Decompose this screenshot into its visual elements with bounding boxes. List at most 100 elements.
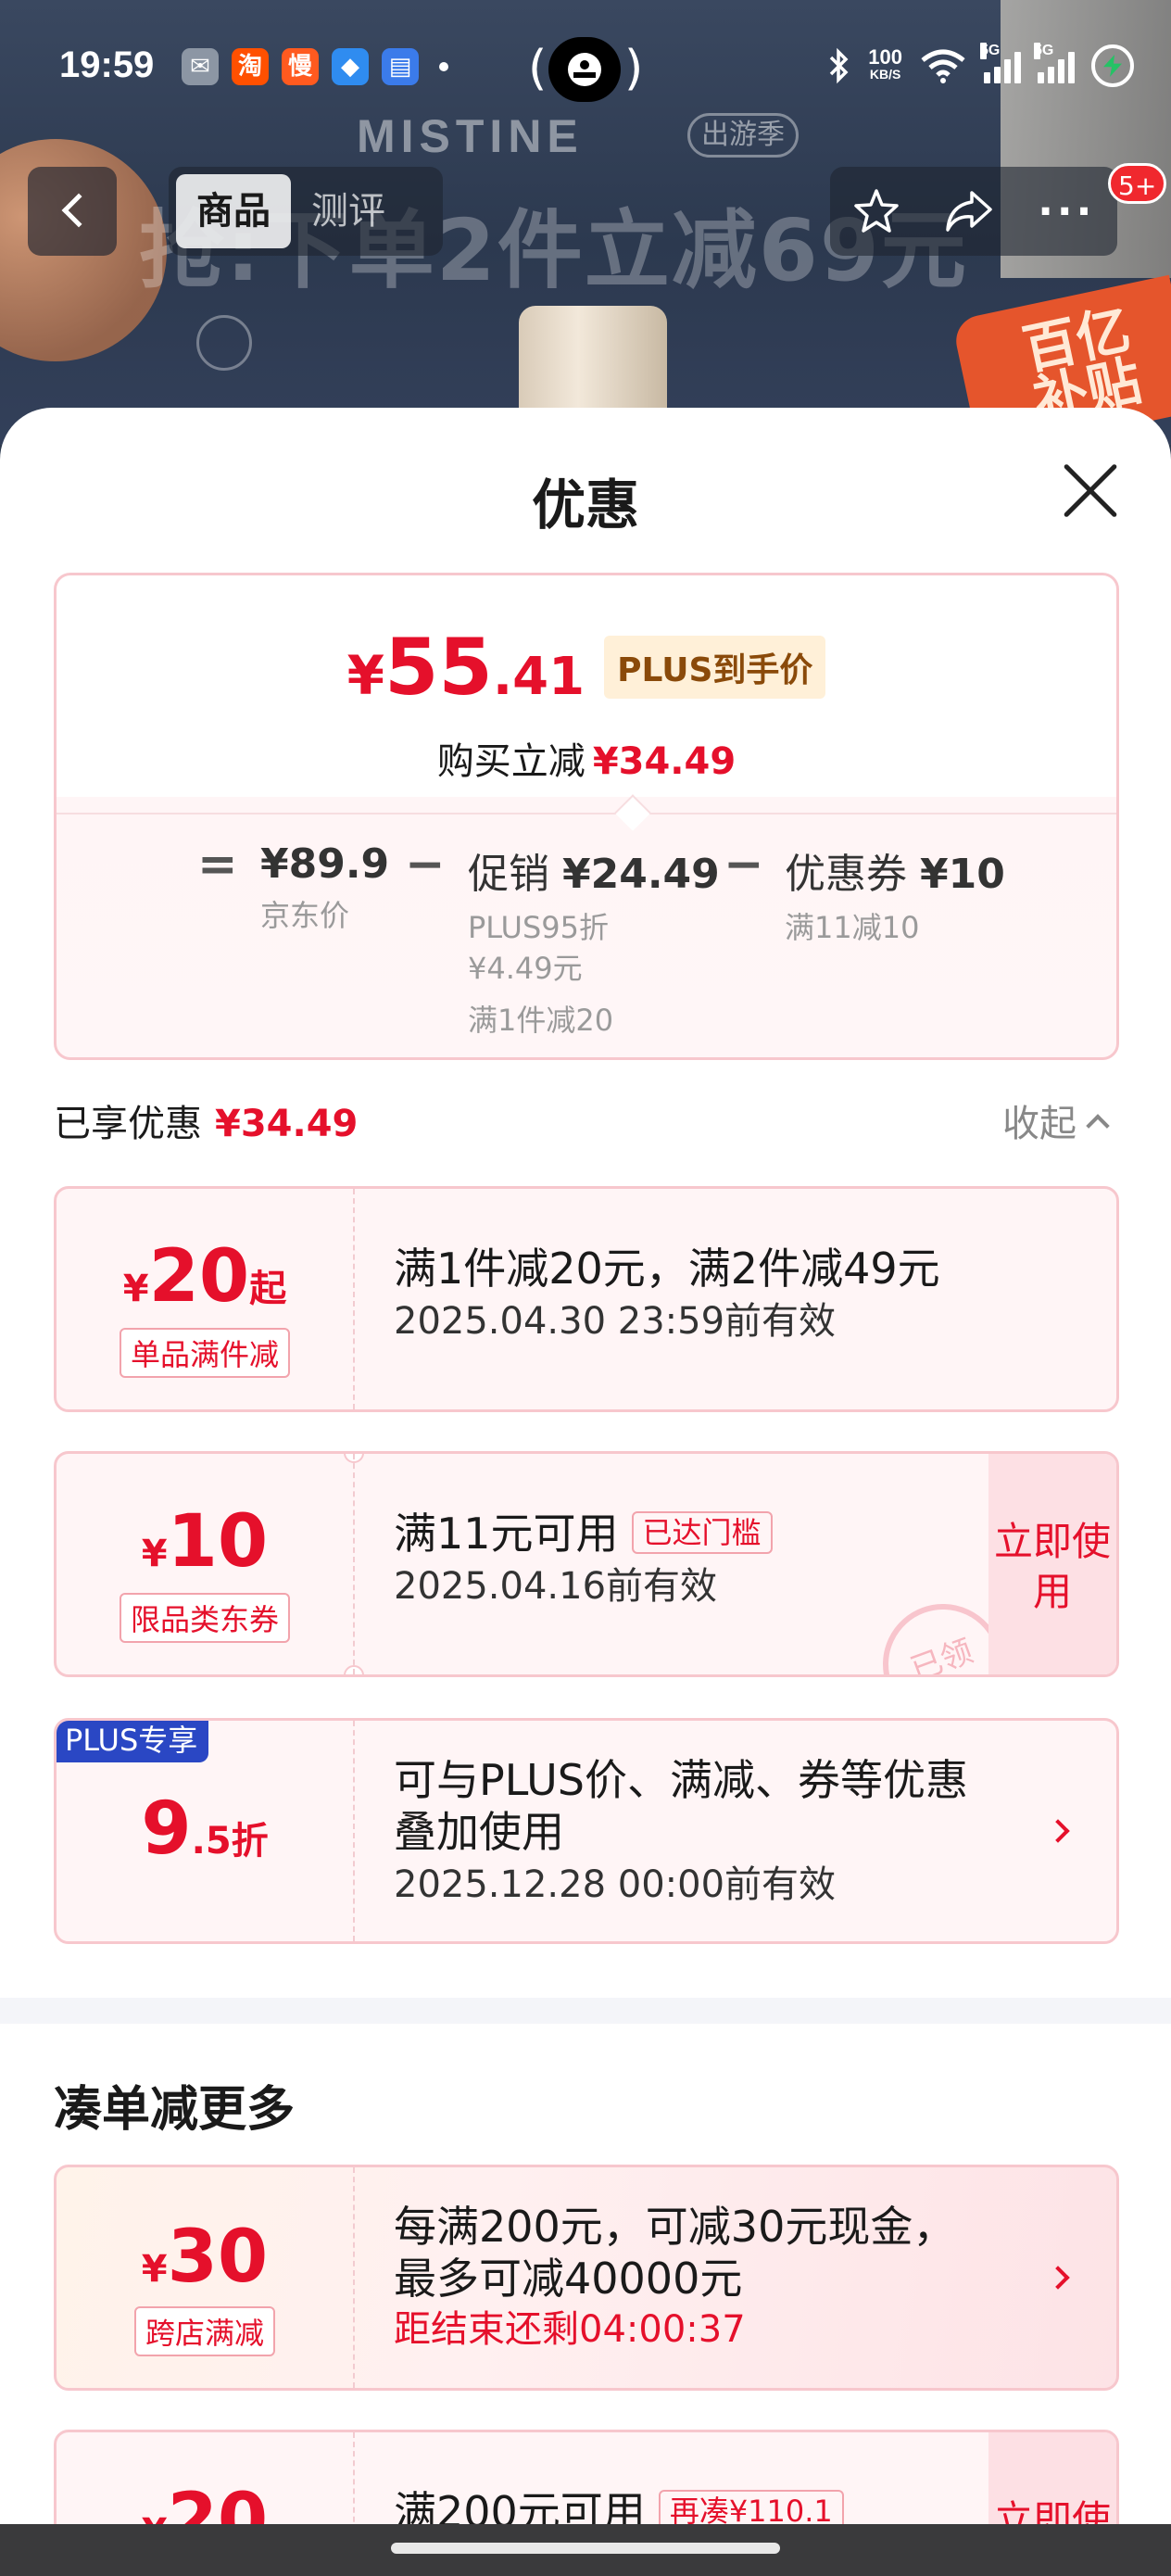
more-notifications-dot: [439, 62, 448, 71]
price-integer: 55: [384, 622, 493, 713]
discount-sheet: 优惠 ¥55.41 PLUS到手价 购买立减 ¥34.49 = ¥89.9 京东价…: [0, 408, 1171, 2576]
more-icon[interactable]: ···: [1038, 188, 1095, 235]
sheet-title: 优惠: [531, 474, 639, 537]
status-right: 100 KB/S 5G 5G: [827, 43, 1134, 87]
currency-symbol: ¥: [346, 644, 384, 707]
final-price: ¥55.41: [347, 622, 585, 713]
manman-icon: 慢: [282, 48, 319, 85]
banner-brand-sub: 出游季: [687, 113, 799, 158]
coupon-body: 满1件减20元，满2件减49元 2025.04.30 23:59前有效: [394, 1243, 1014, 1346]
island-right-bracket: ): [624, 41, 644, 96]
final-price-row: ¥55.41 PLUS到手价: [57, 622, 1116, 713]
coupon-amount: 9.5折: [57, 1787, 353, 1871]
coupon-amount-value: 30: [167, 2216, 269, 2299]
star-icon[interactable]: [852, 187, 900, 235]
promo-detail: 满1件减20: [468, 1003, 614, 1038]
home-indicator[interactable]: [391, 2543, 780, 2554]
coupon-divider: [353, 1721, 355, 1941]
back-button[interactable]: [28, 167, 117, 256]
coupon-card[interactable]: ¥10 限品类东券 满11元可用 已达门槛 2025.04.16前有效 已领 立即…: [54, 1451, 1119, 1677]
currency-symbol: ¥: [141, 2248, 168, 2291]
product-tabs: 商品 测评: [169, 167, 443, 256]
coupon-rule: 满1件减20元，满2件减49元: [394, 1244, 940, 1294]
coupon-rule: 可与PLUS价、满减、券等优惠: [394, 1755, 968, 1805]
jd-price-value: ¥89.9: [260, 840, 390, 888]
coupon-amount: ¥20起: [57, 1235, 353, 1319]
coupon-type-tag: 限品类东券: [119, 1593, 291, 1643]
banner-brand: MISTINE: [357, 110, 584, 162]
coupon-amount: ¥10: [57, 1500, 353, 1584]
signal-icon: 5G: [980, 43, 1021, 83]
message-badge: 5+: [1108, 163, 1167, 204]
coupon-amount-area: ¥10 限品类东券: [57, 1454, 353, 1674]
chevron-right-icon: [1046, 2266, 1070, 2290]
coupon-rule-text: 满11元可用: [394, 1509, 619, 1559]
taobao-icon: 淘: [232, 48, 269, 85]
collapse-label: 收起: [1002, 1103, 1077, 1145]
coupon-rule: 最多可减40000元: [394, 2254, 743, 2304]
tab-product[interactable]: 商品: [176, 174, 291, 248]
chevron-left-icon: [61, 193, 96, 228]
coupon-amount-suffix: 起: [249, 1268, 287, 1310]
coupon-card[interactable]: ¥20起 单品满件减 满1件减20元，满2件减49元 2025.04.30 23…: [54, 1186, 1119, 1412]
share-icon[interactable]: [944, 187, 994, 235]
promo-detail: PLUS95折: [468, 910, 609, 945]
pointer-notch: [614, 794, 651, 831]
cross-store-coupon-card[interactable]: ¥30 跨店满减 每满200元，可减30元现金， 最多可减40000元 距结束还…: [54, 2165, 1119, 2391]
section-title: 凑单减更多: [54, 2082, 296, 2138]
dynamic-island: ( ): [528, 37, 643, 102]
instant-reduction: 购买立减 ¥34.49: [57, 731, 1116, 785]
promo-detail: ¥4.49元: [468, 951, 583, 986]
signal-label: 5G: [980, 43, 1001, 59]
coupon-countdown: 距结束还剩04:00:37: [394, 2308, 746, 2351]
bluetooth-icon: [830, 47, 849, 84]
enjoyed-label: 已享优惠: [54, 1103, 202, 1145]
wifi-icon: [921, 49, 965, 83]
status-bar: 19:59 ✉ 淘慢 ◆ ▤ ( ) 100 KB/S 5G 5G: [0, 37, 1171, 102]
coupon-rule: 叠加使用: [394, 1807, 564, 1857]
coupon-amount-value: 10: [167, 1500, 269, 1584]
coupon-body: 可与PLUS价、满减、券等优惠 叠加使用 2025.12.28 00:00前有效: [394, 1754, 1014, 1910]
coupon-validity: 2025.04.30 23:59前有效: [394, 1300, 837, 1343]
discount-suffix: .5折: [191, 1820, 269, 1863]
minus-sign: −: [405, 837, 446, 892]
plus-discount-card[interactable]: 9.5折 PLUS专享 可与PLUS价、满减、券等优惠 叠加使用 2025.12…: [54, 1718, 1119, 1944]
jd-price-label: 京东价: [260, 898, 350, 933]
section-separator: [0, 1998, 1171, 2024]
coupon-rule: 满11元可用 已达门槛: [394, 1508, 1014, 1559]
wechat-icon: ✉: [182, 48, 219, 85]
use-now-button[interactable]: 立即使用: [988, 1454, 1116, 1674]
tab-review[interactable]: 测评: [291, 174, 406, 248]
coupon-deduction: 优惠券 ¥10 满11减10: [785, 840, 1005, 948]
coupon-divider: [353, 1189, 355, 1409]
net-speed-unit: KB/S: [869, 67, 901, 82]
collapse-button[interactable]: 收起: [1002, 1093, 1110, 1147]
plus-exclusive-ribbon: PLUS专享: [57, 1721, 209, 1762]
enjoyed-discount: 已享优惠 ¥34.49: [54, 1093, 358, 1147]
battery-charging-icon: [1091, 44, 1134, 87]
island-left-bracket: (: [528, 41, 548, 96]
signal-icon: 5G: [1034, 43, 1075, 83]
coupon-amount-value: 20: [148, 1235, 250, 1319]
loading-icon: [196, 315, 252, 371]
chevron-up-icon: [1086, 1114, 1110, 1138]
discount-value: 9: [141, 1787, 192, 1871]
threshold-met-tag: 已达门槛: [631, 1511, 773, 1554]
notification-icons: ✉ 淘慢 ◆ ▤: [182, 48, 448, 85]
coupon-detail: 满11减10: [785, 910, 920, 945]
coupon-divider: [353, 2167, 355, 2388]
files-icon: ▤: [382, 48, 419, 85]
enjoyed-value: ¥34.49: [215, 1103, 359, 1145]
divider: [57, 813, 1116, 814]
coupon-validity: 2025.04.16前有效: [394, 1565, 718, 1608]
instant-reduction-value: ¥34.49: [592, 740, 737, 783]
status-time: 19:59: [59, 44, 155, 85]
equals-sign: =: [197, 837, 238, 892]
app-blue-icon: ◆: [332, 48, 369, 85]
instant-reduction-label: 购买立减: [436, 740, 586, 783]
coupon-amount: ¥30: [57, 2216, 353, 2299]
coupon-type-tag: 跨店满减: [133, 2306, 276, 2356]
promo-label: 促销: [468, 851, 549, 898]
close-icon[interactable]: [1062, 461, 1119, 519]
nav-actions: ···: [830, 167, 1117, 256]
